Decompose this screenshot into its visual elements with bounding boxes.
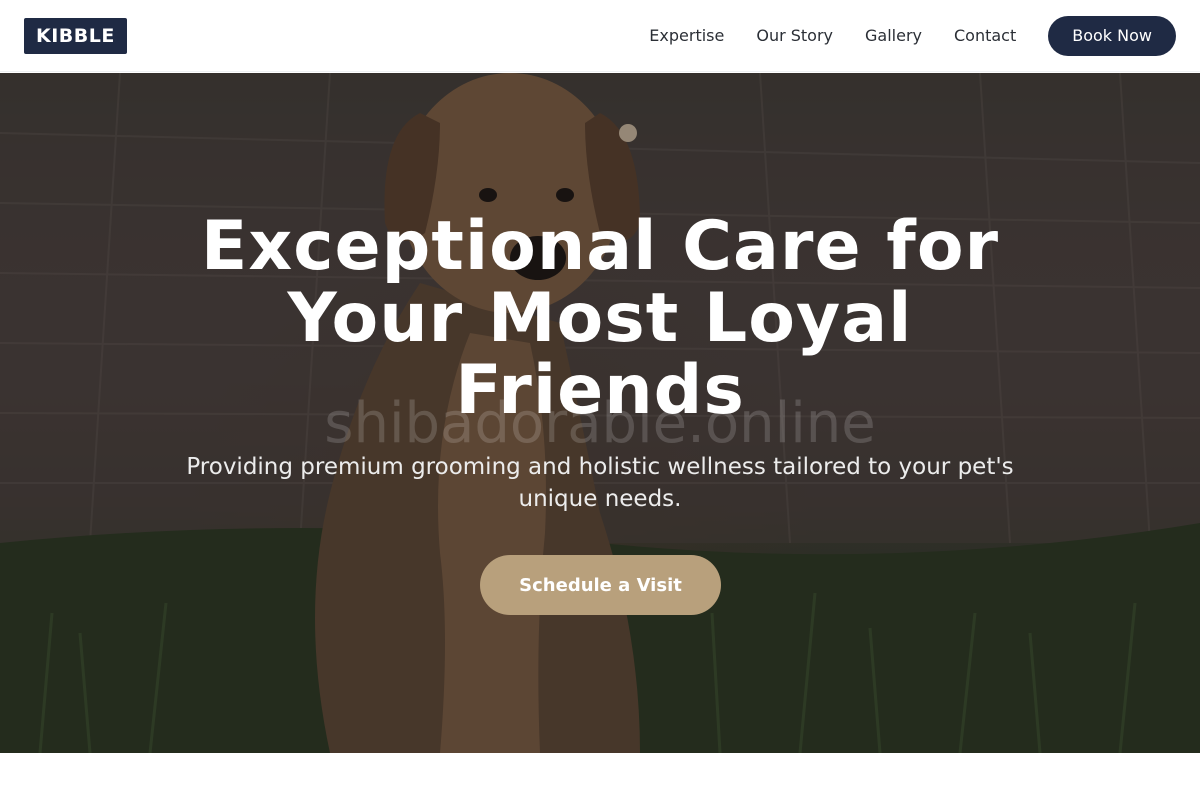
hero-section: shibadorable.online Exceptional Care for…: [0, 73, 1200, 753]
nav-link-our-story[interactable]: Our Story: [756, 26, 833, 45]
book-now-button[interactable]: Book Now: [1048, 15, 1176, 56]
schedule-visit-button[interactable]: Schedule a Visit: [480, 555, 721, 615]
hero-title: Exceptional Care for Your Most Loyal Fri…: [200, 207, 1000, 430]
site-header: KIBBLE Expertise Our Story Gallery Conta…: [0, 0, 1200, 72]
nav-link-contact[interactable]: Contact: [954, 26, 1016, 45]
main-nav: Expertise Our Story Gallery Contact: [649, 26, 1016, 45]
hero-subtitle: Providing premium grooming and holistic …: [186, 454, 1014, 512]
nav-link-gallery[interactable]: Gallery: [865, 26, 922, 45]
nav-link-expertise[interactable]: Expertise: [649, 26, 724, 45]
logo[interactable]: KIBBLE: [24, 17, 127, 54]
